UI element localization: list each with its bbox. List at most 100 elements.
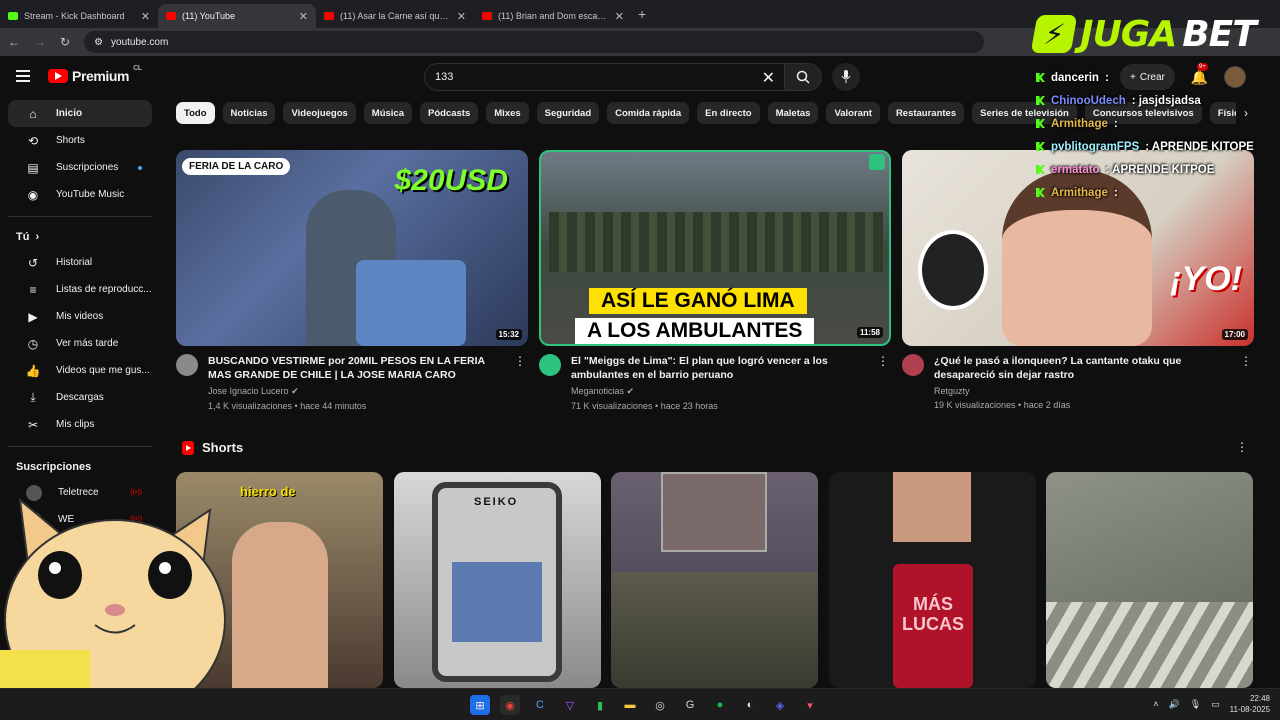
sidebar-item-historial[interactable]: ↺ Historial: [8, 249, 152, 276]
sidebar-item-suscripciones[interactable]: ▤ Suscripciones: [8, 154, 152, 181]
visual-studio-icon[interactable]: ▽: [560, 695, 580, 715]
short-card[interactable]: [611, 472, 818, 688]
chat-username: dancerin: [1051, 71, 1099, 84]
close-tab-icon[interactable]: ✕: [299, 10, 308, 23]
back-icon[interactable]: ←: [8, 35, 20, 49]
channel-name[interactable]: Jose Ignacio Lucero ✔: [208, 386, 508, 397]
channel-name[interactable]: Retguzty: [934, 386, 1234, 396]
network-icon[interactable]: ▭: [1211, 699, 1220, 710]
sidebar-item-videos-me-gustan[interactable]: 👍 Videos que me gus...: [8, 357, 152, 384]
chip-11[interactable]: Restaurantes: [887, 102, 965, 124]
windows-start-icon[interactable]: ⊞: [470, 695, 490, 715]
microphone-icon[interactable]: 🎙: [1190, 699, 1201, 710]
chip-7[interactable]: Comida rápida: [607, 102, 690, 124]
video-title[interactable]: ¿Qué le pasó a ilonqueen? La cantante ot…: [934, 354, 1234, 382]
clock[interactable]: 22:48 11-08-2025: [1230, 693, 1270, 715]
obs-icon[interactable]: ◎: [650, 695, 670, 715]
discord-icon[interactable]: ◈: [770, 695, 790, 715]
chat-message: Armithage:: [1036, 181, 1280, 204]
sidebar-item-listas[interactable]: ≡ Listas de reproducc...: [8, 276, 152, 303]
chat-text: : APRENDE KITOPE: [1145, 140, 1254, 153]
site-info-icon[interactable]: ⚙: [94, 37, 103, 48]
close-tab-icon[interactable]: ✕: [615, 10, 624, 23]
voice-search-button[interactable]: [832, 63, 860, 91]
sidebar-item-ver-mas-tarde[interactable]: ◷ Ver más tarde: [8, 330, 152, 357]
channel-avatar[interactable]: [539, 354, 561, 376]
chrome-icon[interactable]: ◉: [500, 695, 520, 715]
sidebar-item-inicio[interactable]: ⌂ Inicio: [8, 100, 152, 127]
spotify-icon[interactable]: ●: [710, 695, 730, 715]
channel-avatar[interactable]: [176, 354, 198, 376]
clear-search-icon[interactable]: ✕: [762, 68, 775, 88]
chat-text: :: [1113, 117, 1118, 130]
channel-watermark-icon: [869, 154, 885, 170]
youtube-logo[interactable]: Premium CL: [48, 65, 142, 84]
thumbnail-text: ¡YO!: [1170, 260, 1242, 298]
browser-tab-asar[interactable]: (11) Asar la Carne así queda M✕: [316, 4, 474, 28]
reload-icon[interactable]: ↻: [60, 35, 70, 49]
chat-message: Armithage:: [1036, 112, 1280, 135]
chip-4[interactable]: Pódcasts: [420, 102, 479, 124]
more-options-icon[interactable]: ⋮: [877, 354, 889, 368]
channel-name[interactable]: Meganoticias ✔: [571, 386, 871, 397]
close-tab-icon[interactable]: ✕: [141, 10, 150, 23]
browser-tab-brian[interactable]: (11) Brian and Dom escape poli✕: [474, 4, 632, 28]
you-heading[interactable]: Tú ›: [0, 225, 160, 249]
close-tab-icon[interactable]: ✕: [457, 10, 466, 23]
more-options-icon[interactable]: ⋮: [514, 354, 526, 368]
video-thumbnail[interactable]: FERIA DE LA CARO $20USD 15:32: [176, 150, 528, 346]
steam-icon[interactable]: ◐: [740, 695, 760, 715]
chip-1[interactable]: Noticias: [222, 102, 276, 124]
sidebar-item-youtube-music[interactable]: ◉ YouTube Music: [8, 181, 152, 208]
sidebar-item-shorts[interactable]: ⟲ Shorts: [8, 127, 152, 154]
like-icon: 👍: [25, 363, 41, 378]
forward-icon[interactable]: →: [34, 35, 46, 49]
sidebar-item-mis-clips[interactable]: ✂ Mis clips: [8, 411, 152, 438]
video-card[interactable]: FERIA DE LA CARO $20USD 15:32 BUSCANDO V…: [176, 150, 528, 411]
chip-10[interactable]: Valorant: [826, 102, 880, 124]
short-caption: SEIKO: [474, 496, 519, 508]
chat-text: : APRENDE KITPOE: [1105, 163, 1215, 176]
sidebar-item-mis-videos[interactable]: ▶ Mis videos: [8, 303, 152, 330]
chip-8[interactable]: En directo: [697, 102, 760, 124]
browser-tab-youtube[interactable]: (11) YouTube ✕: [158, 4, 316, 28]
chevron-up-icon[interactable]: ˄: [1153, 699, 1158, 709]
chip-2[interactable]: Videojuegos: [283, 102, 356, 124]
chat-text: : jasjdsjadsa: [1131, 94, 1201, 107]
edge-icon[interactable]: C: [530, 695, 550, 715]
short-card[interactable]: MÁS LUCAS: [829, 472, 1036, 688]
hamburger-menu-icon[interactable]: [16, 70, 30, 82]
more-options-icon[interactable]: ⋮: [1236, 440, 1248, 454]
thumbnail-circle: [918, 230, 988, 310]
app-icon[interactable]: ▮: [590, 695, 610, 715]
video-title[interactable]: El "Meiggs de Lima": El plan que logró v…: [571, 354, 871, 382]
logitech-icon[interactable]: G: [680, 695, 700, 715]
short-card[interactable]: [1046, 472, 1253, 688]
sidebar-item-descargas[interactable]: ⤓ Descargas: [8, 384, 152, 411]
channel-avatar[interactable]: [902, 354, 924, 376]
chip-5[interactable]: Mixes: [486, 102, 529, 124]
app-icon[interactable]: ▾: [800, 695, 820, 715]
video-thumbnail[interactable]: ASÍ LE GANÓ LIMA A LOS AMBULANTES 11:58: [539, 150, 891, 346]
search-input[interactable]: 133 ✕: [424, 63, 786, 91]
chip-3[interactable]: Música: [363, 102, 413, 124]
chip-0[interactable]: Todo: [176, 102, 215, 124]
url-field[interactable]: ⚙ youtube.com: [84, 31, 985, 53]
browser-tab-kick[interactable]: Stream - Kick Dashboard ✕: [0, 4, 158, 28]
short-person: [232, 522, 328, 688]
video-card[interactable]: ASÍ LE GANÓ LIMA A LOS AMBULANTES 11:58 …: [539, 150, 891, 411]
more-options-icon[interactable]: ⋮: [1240, 354, 1252, 368]
thumbnail-caption-2: A LOS AMBULANTES: [575, 318, 815, 344]
speaker-icon[interactable]: 🔊: [1169, 699, 1180, 710]
chip-6[interactable]: Seguridad: [536, 102, 600, 124]
video-meta: 19 K visualizaciones • hace 2 días: [934, 400, 1071, 410]
search-button[interactable]: [784, 63, 822, 91]
short-card[interactable]: SEIKO: [394, 472, 601, 688]
watch-screen: [452, 562, 542, 642]
sponsor-logo: ⚡ JUGA BET: [1014, 12, 1276, 56]
video-title[interactable]: BUSCANDO VESTIRME por 20MIL PESOS EN LA …: [208, 354, 508, 382]
chat-text: :: [1104, 71, 1109, 84]
chip-9[interactable]: Maletas: [767, 102, 819, 124]
new-tab-button[interactable]: +: [638, 6, 646, 22]
folder-icon[interactable]: ▬: [620, 695, 640, 715]
